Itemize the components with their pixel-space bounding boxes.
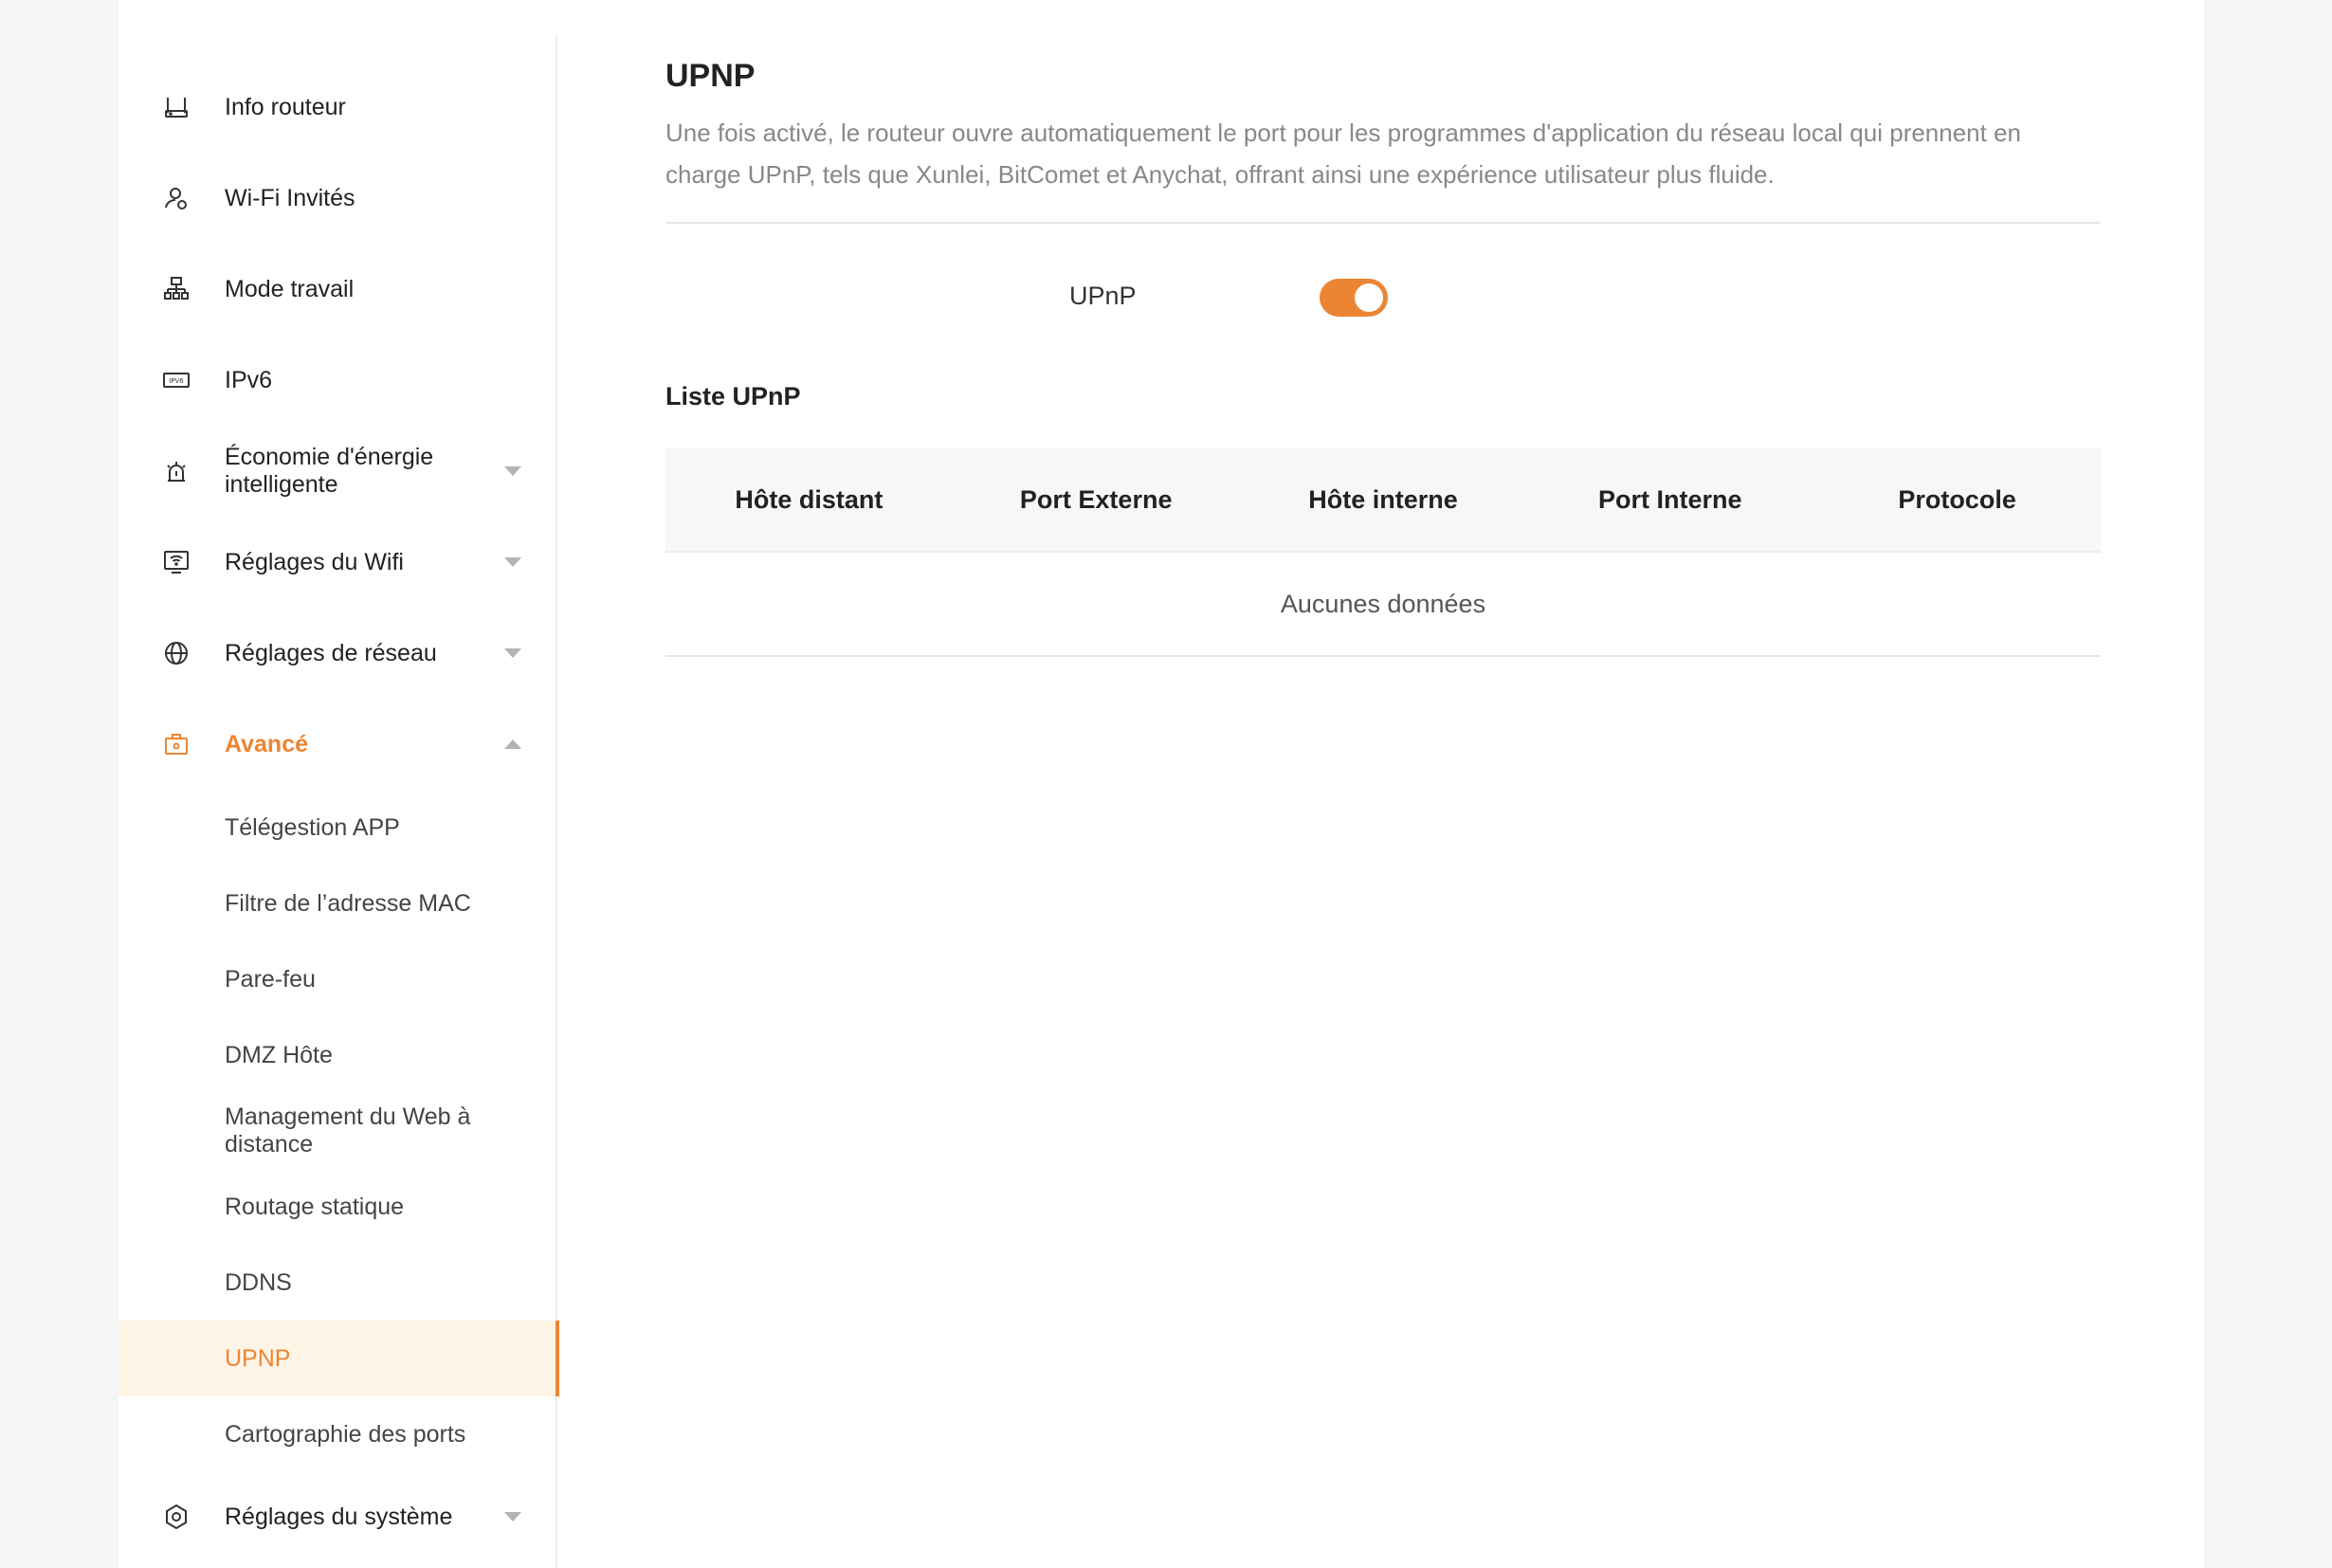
- toolbox-icon: [162, 730, 191, 758]
- sidebar-subitem-label: Télégestion APP: [225, 813, 400, 841]
- sidebar-item-reglages-systeme[interactable]: Réglages du système: [118, 1479, 557, 1555]
- content-card: Info routeur Wi-Fi Invités Mode travail …: [118, 0, 2204, 1568]
- sidebar-item-label: IPv6: [225, 366, 273, 393]
- sidebar-item-mode-travail[interactable]: Mode travail: [118, 251, 557, 327]
- sidebar-subitem-ddns[interactable]: DDNS: [118, 1245, 557, 1321]
- svg-text:IPV6: IPV6: [169, 377, 184, 385]
- sidebar-item-info-routeur[interactable]: Info routeur: [118, 69, 557, 145]
- sidebar-item-wifi-invites[interactable]: Wi-Fi Invités: [118, 160, 557, 236]
- sidebar-subitem-routage-statique[interactable]: Routage statique: [118, 1169, 557, 1245]
- sidebar-subitem-label: Cartographie des ports: [225, 1420, 466, 1448]
- sidebar-subitem-management-web[interactable]: Management du Web à distance: [118, 1093, 557, 1169]
- sidebar-item-label: Réglages de réseau: [225, 639, 437, 666]
- upnp-toggle[interactable]: [1320, 279, 1388, 317]
- sidebar-item-label: Avancé: [225, 730, 309, 757]
- upnp-toggle-label: UPnP: [1069, 282, 1137, 310]
- page-title: UPNP: [665, 58, 756, 94]
- chevron-down-icon: [504, 557, 521, 567]
- column-header: Port Externe: [1019, 484, 1173, 514]
- sidebar-item-label: Réglages du Wifi: [225, 548, 404, 575]
- page-description: Une fois activé, le routeur ouvre automa…: [665, 119, 2022, 189]
- upnp-table: Hôte distant Port Externe Hôte interne P…: [665, 448, 2101, 657]
- sidebar-item-label: Réglages du système: [225, 1503, 453, 1530]
- chevron-down-icon: [504, 648, 521, 658]
- sidebar-item-label: Économie d'énergie intelligente: [225, 444, 434, 498]
- gear-hex-icon: [162, 1503, 191, 1531]
- column-header: Hôte distant: [735, 484, 884, 514]
- sidebar-item-avance[interactable]: Avancé: [118, 706, 557, 782]
- ipv6-icon: IPV6: [162, 366, 191, 394]
- divider: [665, 222, 2101, 224]
- sidebar-subitem-telegestion-app[interactable]: Télégestion APP: [118, 790, 557, 866]
- wifi-screen-icon: [162, 548, 191, 576]
- guest-user-icon: [162, 184, 191, 212]
- sidebar-subitem-label: DDNS: [225, 1268, 292, 1296]
- sidebar-item-label: Mode travail: [225, 275, 355, 302]
- sidebar-subitem-cartographie-ports[interactable]: Cartographie des ports: [118, 1396, 557, 1472]
- sidebar-subitem-label: DMZ Hôte: [225, 1041, 333, 1068]
- sidebar-item-label: Wi-Fi Invités: [225, 184, 355, 211]
- sidebar-item-reglages-reseau[interactable]: Réglages de réseau: [118, 615, 557, 691]
- empty-state: Aucunes données: [665, 553, 2101, 657]
- upnp-list-title: Liste UPnP: [665, 382, 801, 410]
- sidebar-subitem-label: Pare-feu: [225, 965, 316, 993]
- sidebar-subitem-dmz-hote[interactable]: DMZ Hôte: [118, 1017, 557, 1093]
- column-header: Protocole: [1898, 484, 2016, 514]
- sidebar-subitem-filtre-mac[interactable]: Filtre de l’adresse MAC: [118, 866, 557, 941]
- chevron-down-icon: [504, 1512, 521, 1522]
- column-header: Hôte interne: [1308, 484, 1458, 514]
- network-topology-icon: [162, 275, 191, 303]
- sidebar-item-reglages-wifi[interactable]: Réglages du Wifi: [118, 524, 557, 600]
- sidebar-subitem-upnp[interactable]: UPNP: [118, 1321, 559, 1396]
- sidebar-subitem-pare-feu[interactable]: Pare-feu: [118, 941, 557, 1017]
- sidebar-item-economie-energie[interactable]: Économie d'énergie intelligente: [118, 433, 557, 509]
- column-header: Port Interne: [1598, 484, 1742, 514]
- sidebar-subitem-label: Filtre de l’adresse MAC: [225, 889, 471, 917]
- router-icon: [162, 93, 191, 121]
- main-content: UPNP Une fois activé, le routeur ouvre a…: [665, 0, 2101, 1568]
- table-header: Hôte distant Port Externe Hôte interne P…: [665, 448, 2101, 553]
- sidebar-subitem-label: Management du Web à distance: [225, 1103, 471, 1158]
- alarm-clock-icon: [162, 457, 191, 485]
- toggle-knob: [1355, 283, 1383, 312]
- sidebar-subitem-label: UPNP: [225, 1344, 291, 1372]
- globe-icon: [162, 639, 191, 667]
- sidebar-item-ipv6[interactable]: IPV6 IPv6: [118, 342, 557, 418]
- chevron-up-icon: [504, 739, 521, 749]
- sidebar: Info routeur Wi-Fi Invités Mode travail …: [118, 36, 559, 1568]
- chevron-down-icon: [504, 466, 521, 476]
- sidebar-subitem-label: Routage statique: [225, 1193, 405, 1220]
- sidebar-item-label: Info routeur: [225, 93, 346, 120]
